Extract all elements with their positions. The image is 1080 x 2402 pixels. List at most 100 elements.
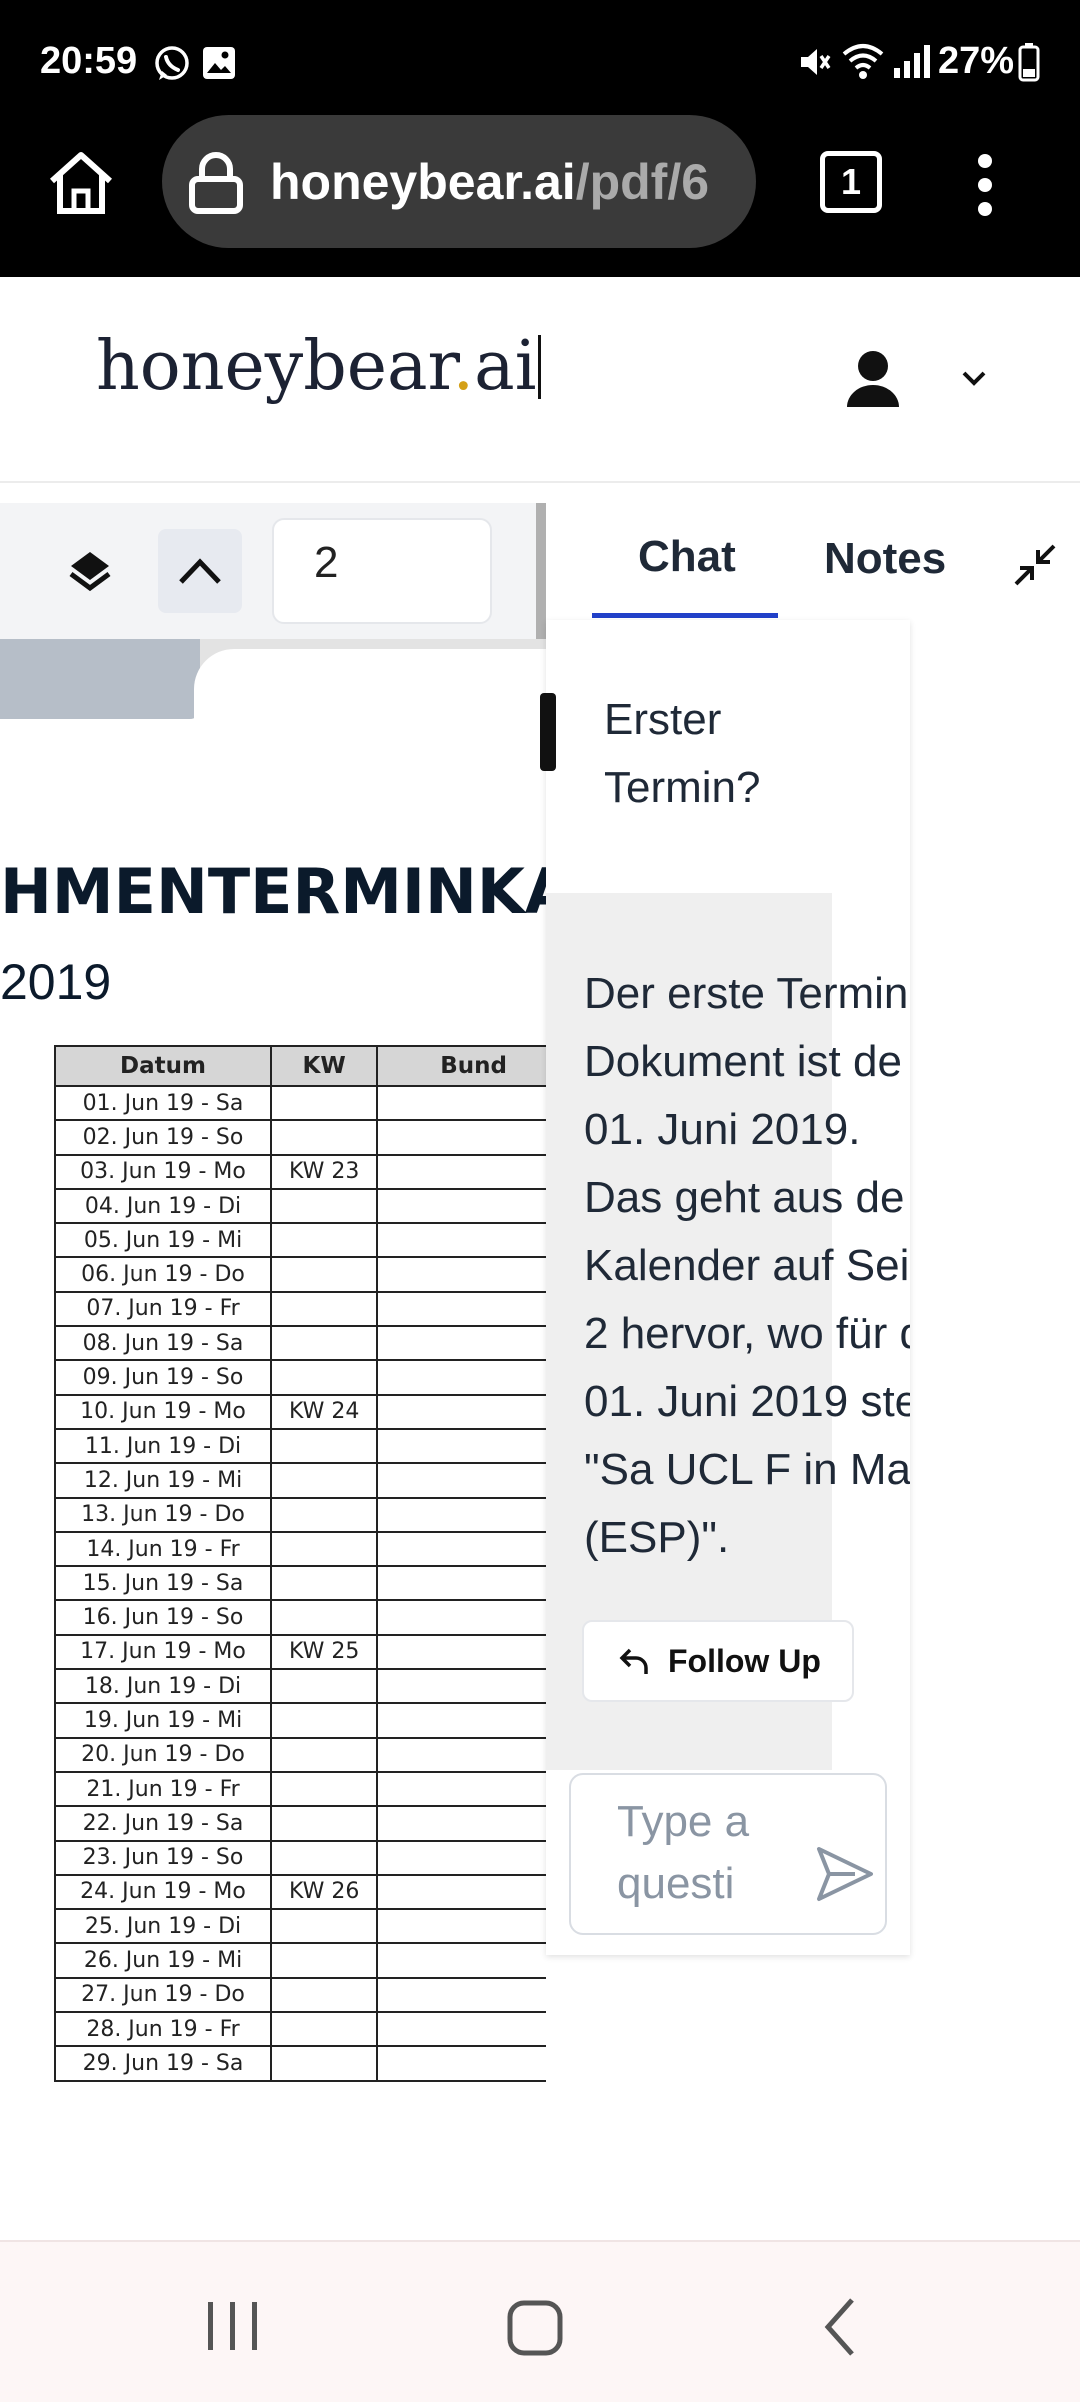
cell-bund	[376, 1908, 546, 1945]
cell-datum: 08. Jun 19 - Sa	[53, 1325, 273, 1362]
previous-page-button[interactable]	[158, 529, 242, 613]
table-row: 02. Jun 19 - So	[53, 1119, 546, 1156]
cell-datum: 16. Jun 19 - So	[53, 1599, 273, 1636]
cell-datum: 20. Jun 19 - Do	[53, 1736, 273, 1773]
answer-line: (ESP)".	[584, 1513, 730, 1562]
column-header-kw: KW	[270, 1045, 379, 1087]
cell-datum: 12. Jun 19 - Mi	[53, 1462, 273, 1499]
answer-line: 01. Juni 2019 ste	[584, 1377, 910, 1426]
table-row: 13. Jun 19 - Do	[53, 1496, 546, 1533]
cell-kw	[270, 1187, 379, 1225]
cell-kw	[270, 1359, 379, 1396]
logo-dot: .	[452, 327, 475, 406]
table-row: 27. Jun 19 - Do	[53, 1976, 546, 2014]
chevron-up-icon	[179, 558, 221, 584]
cell-bund	[376, 1599, 546, 1636]
cell-bund	[376, 1702, 546, 1739]
pdf-year: 2019	[0, 954, 112, 1010]
logo-text: honeybear	[96, 327, 453, 406]
table-row: 17. Jun 19 - Mo KW 25	[53, 1633, 546, 1671]
cell-bund	[376, 1256, 546, 1293]
table-row: 14. Jun 19 - Fr	[53, 1530, 546, 1568]
cell-bund	[376, 1359, 546, 1396]
page-number-input[interactable]: 2	[272, 518, 492, 624]
user-message-line: Termin?	[604, 763, 761, 812]
cell-datum: 05. Jun 19 - Mi	[53, 1222, 273, 1259]
table-row: 04. Jun 19 - Di	[53, 1187, 546, 1225]
follow-up-button[interactable]: Follow Up	[582, 1620, 854, 1702]
cell-kw	[270, 1942, 379, 1979]
table-row: 26. Jun 19 - Mi	[53, 1942, 546, 1979]
chevron-down-icon[interactable]	[958, 367, 990, 389]
cell-datum: 02. Jun 19 - So	[53, 1119, 273, 1156]
whatsapp-icon	[155, 46, 189, 80]
table-row: 08. Jun 19 - Sa	[53, 1325, 546, 1362]
cell-bund	[376, 1187, 546, 1225]
user-avatar-icon[interactable]	[842, 349, 904, 409]
assistant-answer: Der erste Termin Dokument ist de 01. Jun…	[584, 960, 910, 1572]
column-header-datum: Datum	[53, 1045, 273, 1087]
back-nav-icon[interactable]	[820, 2296, 860, 2358]
more-options-icon[interactable]	[970, 150, 1000, 220]
table-row: 09. Jun 19 - So	[53, 1359, 546, 1396]
cell-bund	[376, 1736, 546, 1773]
answer-line: Kalender auf Sei	[584, 1241, 910, 1290]
calendar-body: 01. Jun 19 - Sa 02. Jun 19 - So 03. Jun 19…	[53, 1084, 546, 2082]
cell-bund	[376, 1462, 546, 1499]
cell-datum: 18. Jun 19 - Di	[53, 1668, 273, 1705]
site-header: honeybear.ai	[0, 277, 1080, 483]
table-row: 01. Jun 19 - Sa	[53, 1084, 546, 1122]
cell-datum: 29. Jun 19 - Sa	[53, 2045, 273, 2082]
table-row: 23. Jun 19 - So	[53, 1839, 546, 1876]
send-icon[interactable]	[815, 1845, 875, 1903]
cell-datum: 19. Jun 19 - Mi	[53, 1702, 273, 1739]
tabs-count-button[interactable]: 1	[820, 151, 882, 213]
cell-kw	[270, 1908, 379, 1945]
tab-notes[interactable]: Notes	[824, 534, 946, 584]
cell-datum: 17. Jun 19 - Mo	[53, 1633, 273, 1671]
pdf-viewer[interactable]: HMENTERMINKALI 2019 Datum KW Bund 01. Ju…	[0, 503, 546, 2093]
cell-bund	[376, 1496, 546, 1533]
status-bar: 20:59 27%	[0, 0, 1080, 122]
cell-kw	[270, 1290, 379, 1328]
panel-resize-handle[interactable]	[540, 693, 556, 771]
site-logo[interactable]: honeybear.ai	[96, 327, 542, 406]
collapse-icon[interactable]	[1008, 538, 1062, 592]
layers-icon	[69, 552, 111, 592]
cell-datum: 04. Jun 19 - Di	[53, 1187, 273, 1225]
cell-kw: KW 26	[270, 1873, 379, 1911]
system-nav-bar	[0, 2240, 1080, 2402]
home-nav-icon[interactable]	[505, 2298, 565, 2358]
cell-kw	[270, 1668, 379, 1705]
placeholder-line: questi	[617, 1859, 735, 1908]
signal-icon	[894, 45, 930, 78]
cell-bund	[376, 1119, 546, 1156]
cell-datum: 27. Jun 19 - Do	[53, 1976, 273, 2014]
cell-kw	[270, 1427, 379, 1465]
logo-suffix: ai	[474, 327, 537, 406]
battery-percent: 27%	[938, 40, 1015, 82]
table-row: 18. Jun 19 - Di	[53, 1668, 546, 1705]
battery-icon	[1018, 43, 1040, 82]
cell-datum: 03. Jun 19 - Mo	[53, 1153, 273, 1190]
table-row: 10. Jun 19 - Mo KW 24	[53, 1393, 546, 1430]
cell-kw	[270, 1119, 379, 1156]
cell-datum: 28. Jun 19 - Fr	[53, 2011, 273, 2048]
layers-button[interactable]	[48, 529, 132, 613]
table-row: 05. Jun 19 - Mi	[53, 1222, 546, 1259]
table-row: 29. Jun 19 - Sa	[53, 2045, 546, 2082]
recent-apps-icon[interactable]	[204, 2298, 262, 2354]
question-input[interactable]: Type a questi	[569, 1773, 887, 1935]
cell-kw	[270, 1530, 379, 1568]
tab-chat[interactable]: Chat	[638, 532, 736, 582]
cell-bund	[376, 2011, 546, 2048]
cell-kw	[270, 1256, 379, 1293]
table-row: 22. Jun 19 - Sa	[53, 1805, 546, 1842]
cell-bund	[376, 1565, 546, 1602]
home-icon[interactable]	[44, 147, 118, 217]
cell-bund	[376, 1222, 546, 1259]
lock-icon	[189, 152, 243, 214]
cell-kw: KW 23	[270, 1153, 379, 1190]
url-bar[interactable]: honeybear.ai/pdf/6	[162, 115, 756, 248]
follow-up-label: Follow Up	[668, 1642, 821, 1679]
